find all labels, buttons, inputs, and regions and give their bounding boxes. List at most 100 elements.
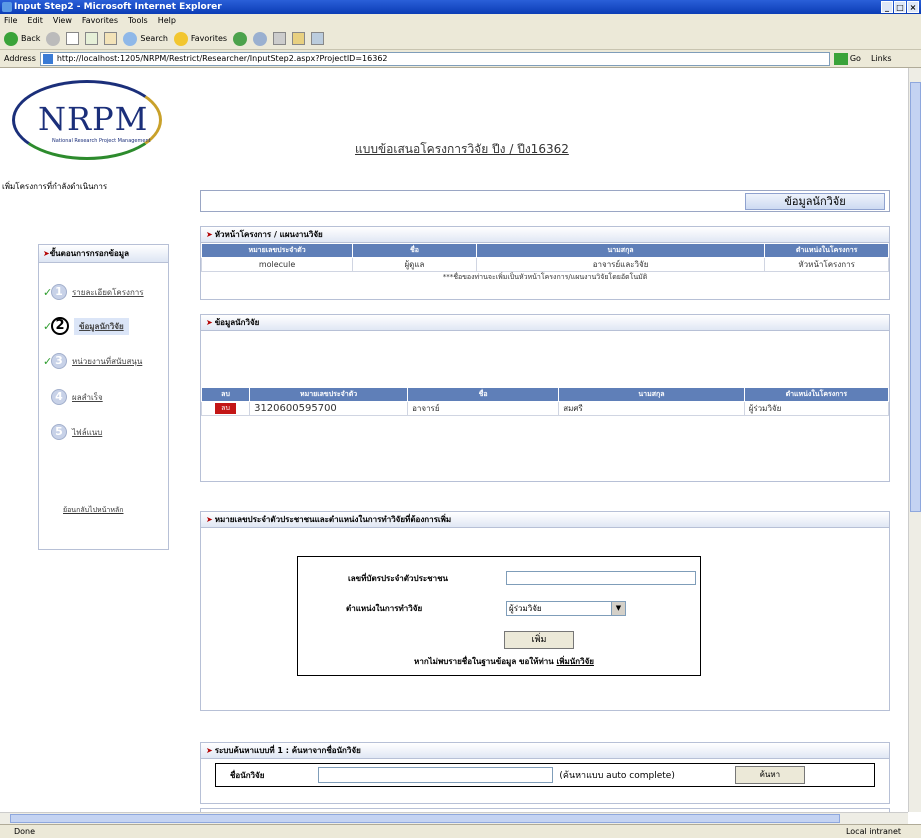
restore-button[interactable]: □: [894, 1, 906, 13]
check-icon: ✓: [43, 285, 53, 299]
horizontal-scrollbar[interactable]: [0, 812, 908, 824]
sidebar-header: ➤ขั้นตอนการกรอกข้อมูล: [39, 245, 168, 263]
add-hint: หากไม่พบรายชื่อในฐานข้อมูล ขอให้ท่าน เพิ…: [414, 657, 594, 666]
table-row: molecule ผู้ดูแล อาจารย์และวิจัย หัวหน้า…: [200, 257, 889, 272]
col-last: นามสกุล: [475, 243, 766, 258]
col-first: ชื่อ: [407, 387, 560, 402]
history-icon[interactable]: [233, 31, 248, 46]
leader-note: ***ชื่อของท่านจะเพิ่มเป็นหัวหน้าโครงการ/…: [442, 273, 648, 281]
col-role: ตำแหน่งในโครงการ: [764, 243, 889, 258]
toolbar: Back Search Favorites: [0, 28, 921, 50]
menu-bar: File Edit View Favorites Tools Help: [0, 14, 921, 28]
search-icon: [123, 31, 138, 46]
arrow-icon: ➤: [206, 746, 213, 755]
minimize-button[interactable]: _: [881, 1, 893, 13]
menu-help[interactable]: Help: [158, 14, 176, 28]
left-note: เพิ่มโครงการที่กำลังดำเนินการ: [2, 182, 108, 191]
sidebar-step-3[interactable]: ✓ 3 หน่วยงานที่สนับสนุน: [39, 350, 168, 372]
mail-icon[interactable]: [253, 31, 268, 46]
stop-icon[interactable]: [66, 32, 80, 45]
col-first: ชื่อ: [352, 243, 477, 258]
menu-favorites[interactable]: Favorites: [82, 14, 118, 28]
id-label: เลขที่บัตรประจำตัวประชาชน: [348, 573, 448, 583]
col-role: ตำแหน่งในโครงการ: [743, 387, 890, 402]
forward-arrow-icon[interactable]: [46, 31, 61, 46]
arrow-icon: ➤: [43, 249, 50, 258]
delete-button[interactable]: ลบ: [215, 403, 236, 414]
arrow-icon: ➤: [206, 230, 213, 239]
go-button[interactable]: Go: [833, 52, 861, 65]
leader-panel: ➤ หัวหน้าโครงการ / แผนงานวิจัย หมายเลขประ…: [200, 226, 890, 300]
add-button[interactable]: เพิ่ม: [504, 631, 574, 649]
close-button[interactable]: ×: [907, 1, 919, 13]
menu-file[interactable]: File: [4, 14, 17, 28]
role-label: ตำแหน่งในการทำวิจัย: [346, 604, 423, 613]
steps-sidebar: ➤ขั้นตอนการกรอกข้อมูล ✓ 1 รายละเอียดโครง…: [38, 244, 169, 550]
researcher-panel-title: ➤ ข้อมูลนักวิจัย: [201, 315, 889, 331]
window-titlebar: Input Step2 - Microsoft Internet Explore…: [0, 0, 921, 14]
sidebar-step-1[interactable]: ✓ 1 รายละเอียดโครงการ: [39, 281, 168, 303]
zone-indicator: Local intranet: [845, 827, 901, 836]
sidebar-step-5[interactable]: 5 ไฟล์แนบ: [39, 421, 168, 443]
search-row: ชื่อนักวิจัย (ค้นหาแบบ auto complete) ค้…: [215, 763, 875, 787]
col-last: นามสกุล: [558, 387, 745, 402]
menu-tools[interactable]: Tools: [128, 14, 148, 28]
researcher-table: ลบ หมายเลขประจำตัว ชื่อ นามสกุล ตำแหน่งใ…: [200, 387, 890, 416]
col-id: หมายเลขประจำตัว: [200, 243, 354, 258]
researcher-name-label: ชื่อนักวิจัย: [230, 770, 265, 780]
tab-strip: ข้อมูลนักวิจัย: [200, 190, 890, 212]
chevron-down-icon: ▼: [611, 602, 625, 615]
id-number-input[interactable]: [506, 571, 696, 585]
address-bar: Address http://localhost:1205/NRPM/Restr…: [0, 50, 921, 68]
leader-table: หมายเลขประจำตัว ชื่อ นามสกุล ตำแหน่งในโค…: [200, 243, 889, 272]
links-button[interactable]: Links: [871, 54, 892, 63]
print-icon[interactable]: [273, 32, 287, 45]
window-title: Input Step2 - Microsoft Internet Explore…: [14, 2, 222, 12]
search-hint: (ค้นหาแบบ auto complete): [559, 771, 675, 781]
page-content: NRPM National Research Project Managemen…: [0, 68, 908, 812]
search-button[interactable]: Search: [123, 31, 168, 46]
page-title[interactable]: แบบข้อเสนอโครงการวิจัย ปีง / ปีง16362: [355, 140, 569, 159]
status-bar: Done Local intranet: [0, 824, 921, 838]
search-button[interactable]: ค้นหา: [734, 766, 805, 784]
check-icon: ✓: [43, 319, 53, 333]
address-input[interactable]: http://localhost:1205/NRPM/Restrict/Rese…: [39, 51, 830, 66]
home-icon[interactable]: [104, 32, 118, 45]
favorites-button[interactable]: Favorites: [173, 31, 227, 46]
sidebar-step-2[interactable]: ✓ 2 ข้อมูลนักวิจัย: [39, 315, 168, 337]
sidebar-step-4[interactable]: 4 ผลสำเร็จ: [39, 386, 168, 408]
search-panel: ➤ ระบบค้นหาแบบที่ 1 : ค้นหาจากชื่อนักวิจั…: [200, 742, 890, 804]
table-row: ลบ 3120600595700 อาจารย์ สมศรี ผู้ร่วมวิ…: [200, 401, 890, 416]
back-arrow-icon: [4, 31, 18, 46]
messenger-icon[interactable]: [311, 32, 325, 45]
menu-view[interactable]: View: [53, 14, 72, 28]
add-researcher-panel: ➤ หมายเลขประจำตัวประชาชนและตำแหน่งในการทำ…: [200, 511, 890, 711]
tab-researcher-info[interactable]: ข้อมูลนักวิจัย: [745, 193, 885, 210]
address-url: http://localhost:1205/NRPM/Restrict/Rese…: [56, 53, 388, 63]
add-researcher-link[interactable]: เพิ่มนักวิจัย: [556, 657, 593, 666]
leader-panel-title: ➤ หัวหน้าโครงการ / แผนงานวิจัย: [201, 227, 889, 243]
refresh-icon[interactable]: [85, 32, 99, 45]
back-to-main-link[interactable]: ย้อนกลับไปหน้าหลัก: [63, 505, 124, 516]
researcher-panel: ➤ ข้อมูลนักวิจัย ลบ หมายเลขประจำตัว ชื่อ …: [200, 314, 890, 482]
role-select[interactable]: ผู้ร่วมวิจัย ▼: [506, 601, 626, 616]
check-icon: ✓: [43, 354, 53, 368]
folder-icon[interactable]: [292, 32, 306, 45]
go-arrow-icon: [833, 52, 848, 65]
address-label: Address: [4, 54, 36, 63]
back-button[interactable]: Back: [4, 31, 40, 46]
add-panel-title: ➤ หมายเลขประจำตัวประชาชนและตำแหน่งในการทำ…: [201, 512, 889, 528]
arrow-icon: ➤: [206, 318, 213, 327]
col-del: ลบ: [200, 387, 251, 402]
vertical-scrollbar[interactable]: [908, 68, 921, 812]
search-panel-title: ➤ ระบบค้นหาแบบที่ 1 : ค้นหาจากชื่อนักวิจั…: [201, 743, 889, 759]
menu-edit[interactable]: Edit: [27, 14, 43, 28]
star-icon: [173, 31, 188, 46]
researcher-name-input[interactable]: [318, 767, 554, 783]
nrpm-logo: NRPM National Research Project Managemen…: [12, 78, 172, 170]
page-icon: [42, 53, 53, 64]
status-text: Done: [14, 827, 36, 836]
col-id: หมายเลขประจำตัว: [249, 387, 409, 402]
add-form: เลขที่บัตรประจำตัวประชาชน ตำแหน่งในการทำ…: [297, 556, 701, 676]
page-header: NRPM National Research Project Managemen…: [0, 68, 908, 180]
